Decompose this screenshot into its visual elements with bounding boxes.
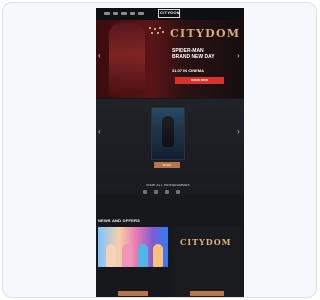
card-button[interactable] <box>118 291 148 296</box>
social-icon[interactable] <box>176 190 180 194</box>
chevron-right-icon[interactable]: › <box>237 127 240 136</box>
site-logo[interactable]: CITYDOM <box>160 10 181 15</box>
social-icon[interactable] <box>143 190 147 194</box>
social-icons <box>143 189 195 195</box>
nav-item[interactable] <box>130 12 135 15</box>
view-all-button[interactable]: VIEW ALL PROGRAMMES <box>146 183 190 187</box>
hero-banner[interactable]: CITYDOM SPIDER-MAN BRAND NEW DAY 31.07 I… <box>96 20 244 98</box>
chevron-left-icon[interactable]: ‹ <box>98 127 101 136</box>
hero-date: 31.07 IN CINEMA <box>172 68 205 73</box>
social-icon[interactable] <box>165 190 169 194</box>
nav-item[interactable] <box>113 12 118 15</box>
person-figure <box>122 244 132 267</box>
nav-item[interactable] <box>138 12 144 15</box>
book-button[interactable]: BOOK <box>154 162 180 168</box>
social-icon[interactable] <box>154 190 158 194</box>
hero-decor <box>148 26 164 38</box>
hero-book-button[interactable]: BOOK NOW <box>175 77 224 84</box>
hero-brand: CITYDOM <box>170 27 241 40</box>
news-card[interactable] <box>98 227 168 297</box>
section-title: NEWS AND OFFERS <box>98 218 140 223</box>
poster-figure <box>162 116 174 147</box>
preview-card: CITYDOM CITYDOM SPIDER-MAN BRAND NEW DAY… <box>2 2 317 298</box>
hero-headline: SPIDER-MAN BRAND NEW DAY <box>172 48 215 60</box>
news-card[interactable]: CITYDOM <box>172 227 242 297</box>
person-figure <box>106 244 116 267</box>
nav-item[interactable] <box>121 12 127 15</box>
mobile-page: CITYDOM CITYDOM SPIDER-MAN BRAND NEW DAY… <box>96 8 244 297</box>
person-figure <box>138 244 148 267</box>
news-photo <box>98 227 168 267</box>
card-button[interactable] <box>190 291 224 296</box>
person-figure <box>153 244 163 267</box>
spider-figure <box>109 23 145 95</box>
chevron-right-icon[interactable]: › <box>237 52 240 60</box>
card-brand: CITYDOM <box>180 237 232 247</box>
nav-item[interactable] <box>104 12 110 15</box>
top-navigation: CITYDOM <box>96 8 244 20</box>
movie-poster[interactable] <box>151 107 185 160</box>
movie-carousel[interactable]: ‹ › BOOK VIEW ALL PROGRAMMES <box>96 99 244 194</box>
chevron-left-icon[interactable]: ‹ <box>98 52 101 60</box>
